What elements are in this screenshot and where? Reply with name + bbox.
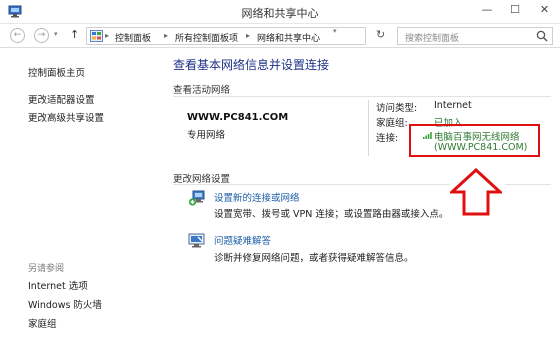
sidebar-link-internet-options[interactable]: Internet 选项: [28, 278, 88, 292]
close-button[interactable]: ✕: [529, 0, 560, 22]
troubleshoot-icon: [188, 233, 205, 248]
annotation-arrow-icon: [450, 168, 502, 216]
connection-label: 连接:: [376, 133, 399, 144]
sidebar-link-windows-firewall[interactable]: Windows 防火墙: [28, 297, 102, 311]
page-title: 查看基本网络信息并设置连接: [173, 58, 330, 72]
forward-button[interactable]: →: [34, 28, 49, 43]
section-divider: [173, 96, 551, 97]
network-setup-icon: [188, 190, 205, 206]
access-type-label: 访问类型:: [376, 103, 418, 114]
sidebar-link-advanced-sharing[interactable]: 更改高级共享设置: [28, 110, 104, 124]
breadcrumb-network-center[interactable]: 网络和共享中心: [257, 31, 320, 44]
section-divider: [173, 184, 450, 185]
setup-connection-description: 设置宽带、拨号或 VPN 连接；或设置路由器或接入点。: [214, 209, 449, 220]
change-settings-heading: 更改网络设置: [173, 174, 231, 185]
back-button[interactable]: ←: [10, 28, 25, 43]
breadcrumb-all-items[interactable]: 所有控制面板项: [175, 31, 238, 44]
setup-connection-link[interactable]: 设置新的连接或网络: [214, 190, 300, 204]
address-bar[interactable]: ▸ 控制面板 ▸ 所有控制面板项 ▸ 网络和共享中心: [86, 27, 366, 45]
sidebar-link-adapter-settings[interactable]: 更改适配器设置: [28, 92, 95, 106]
search-input[interactable]: 搜索控制面板: [397, 27, 553, 45]
minimize-button[interactable]: —: [473, 0, 501, 22]
breadcrumb-separator: ▸: [105, 31, 110, 40]
see-also-heading: 另请参阅: [28, 264, 65, 274]
sidebar-link-control-panel-home[interactable]: 控制面板主页: [28, 65, 85, 79]
section-divider: [505, 184, 551, 185]
title-bar: 网络和共享中心 — ☐ ✕: [0, 0, 560, 24]
connection-link[interactable]: 电脑百事网无线网络: [434, 129, 520, 143]
breadcrumb-control-panel[interactable]: 控制面板: [115, 31, 151, 44]
address-dropdown-button[interactable]: ▾: [333, 27, 337, 35]
troubleshoot-link[interactable]: 问题疑难解答: [214, 233, 271, 247]
refresh-button[interactable]: ↻: [376, 28, 385, 41]
breadcrumb-separator: ▸: [164, 31, 169, 40]
sidebar-link-homegroup[interactable]: 家庭组: [28, 316, 57, 330]
wifi-signal-icon: [423, 132, 432, 139]
troubleshoot-description: 诊断并修复网络问题，或者获得疑难解答信息。: [214, 253, 414, 264]
search-icon[interactable]: [536, 30, 548, 42]
recent-locations-dropdown[interactable]: ▾: [54, 30, 58, 38]
connection-link-ssid[interactable]: (WWW.PC841.COM): [434, 142, 527, 153]
sidebar: 控制面板主页 更改适配器设置 更改高级共享设置 另请参阅 Internet 选项…: [0, 49, 160, 340]
access-type-value: Internet: [434, 100, 472, 111]
search-placeholder: 搜索控制面板: [405, 34, 460, 44]
network-name: WWW.PC841.COM: [187, 112, 289, 123]
vertical-divider: [368, 100, 369, 156]
control-panel-icon: [90, 30, 103, 42]
homegroup-label: 家庭组:: [376, 118, 408, 129]
active-networks-heading: 查看活动网络: [173, 85, 231, 96]
network-type[interactable]: 专用网络: [187, 127, 225, 141]
breadcrumb-separator: ▸: [246, 31, 251, 40]
up-button[interactable]: ↑: [70, 28, 79, 41]
maximize-button[interactable]: ☐: [501, 0, 529, 22]
